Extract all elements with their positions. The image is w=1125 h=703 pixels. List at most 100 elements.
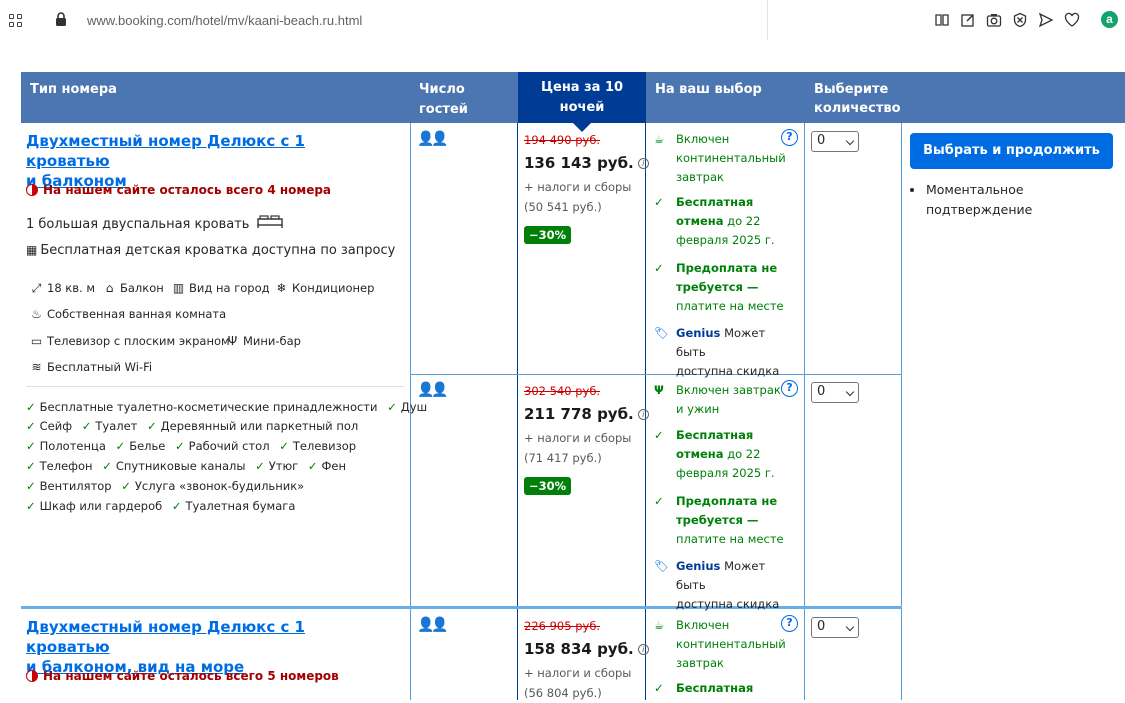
send-icon[interactable] <box>1038 12 1054 28</box>
amenity-row: ✓ Бесплатные туалетно-косметические прина… <box>26 400 428 414</box>
coffee-cup-icon: ☕ <box>654 132 665 146</box>
taxes-note: + налоги и сборы (50 541 руб.) <box>524 180 632 214</box>
help-icon[interactable]: ? <box>781 615 798 632</box>
amenity-row: ✓ Сейф ✓ Туалет ✓ Деревянный или паркетный … <box>26 419 359 433</box>
checkmark-icon: ✓ <box>654 681 664 695</box>
quantity-select[interactable]: 0 <box>811 617 859 638</box>
heart-icon[interactable] <box>1064 12 1080 28</box>
fork-knife-icon: Ψ <box>654 383 664 397</box>
checkmark-icon: ✓ <box>654 261 664 275</box>
facility-balcony: ⌂ Балкон <box>103 281 164 295</box>
header-price-line1: Цена за 10 <box>540 80 624 95</box>
help-icon[interactable]: ? <box>781 380 798 397</box>
facility-tv: ▭ Телевизор с плоским экраном <box>30 334 230 348</box>
original-price: 226 905 руб. <box>524 619 601 633</box>
amenity-row: ✓ Вентилятор ✓ Услуга «звонок-будильник» <box>26 479 305 493</box>
col-divider <box>901 123 902 700</box>
facility-wifi: ≋ Бесплатный Wi-Fi <box>31 360 153 374</box>
guests-icon[interactable]: 👤👤 <box>417 382 449 398</box>
guests-icon[interactable]: 👤👤 <box>417 131 449 147</box>
prepayment-option: ✓ Предоплата не требуется — платите на м… <box>654 494 784 546</box>
cancellation-option: ✓ Бесплатная <box>654 679 794 698</box>
camera-icon[interactable] <box>986 12 1002 28</box>
chevron-down-icon <box>845 136 855 146</box>
chevron-down-icon <box>845 622 855 632</box>
scarcity-notice: На нашем сайте осталось всего 4 номера <box>26 183 331 197</box>
meal-option: ☕ Включен континентальный завтрак <box>654 132 786 184</box>
header-guests: Число гостей <box>419 82 468 117</box>
city-view-icon: ▥ <box>172 281 185 295</box>
facility-bathroom: ♨ Собственная ванная комната <box>31 307 227 321</box>
header-quantity: Выберите количество <box>814 82 901 116</box>
crib-icon: ▦ <box>26 243 38 257</box>
amenity-row: ✓ Телефон ✓ Спутниковые каналы ✓ Утюг ✓ Фен <box>26 459 346 473</box>
meal-option: ☕ Включен континентальный завтрак <box>654 618 786 670</box>
facility-ac: ❄ Кондиционер <box>276 281 375 295</box>
prepayment-option: ✓ Предоплата не требуется — платите на м… <box>654 261 784 313</box>
scarcity-icon <box>26 184 38 196</box>
tag-icon: 🏷 <box>654 559 669 573</box>
address-bar[interactable]: www.booking.com/hotel/mv/kaani-beach.ru.… <box>87 13 362 28</box>
edit-icon[interactable] <box>960 12 976 28</box>
reserve-button[interactable]: Выбрать и продолжить <box>910 133 1113 169</box>
shield-icon[interactable] <box>1012 12 1028 28</box>
header-price-line2: ночей <box>559 100 605 115</box>
scarcity-notice: На нашем сайте осталось всего 5 номеров <box>26 669 339 683</box>
amenity-row: ✓ Шкаф или гардероб ✓ Туалетная бумага <box>26 499 296 513</box>
section-divider <box>26 386 404 387</box>
sort-indicator <box>573 123 591 132</box>
apps-grid-icon[interactable] <box>9 14 23 28</box>
checkmark-icon: ✓ <box>654 195 664 209</box>
chevron-down-icon <box>845 387 855 397</box>
info-icon[interactable]: i <box>637 158 649 169</box>
header-choice: На ваш выбор <box>655 82 762 97</box>
info-icon[interactable]: i <box>637 644 649 655</box>
toolbar-divider <box>767 0 768 40</box>
current-price: 136 143 руб. i <box>524 154 649 172</box>
discount-badge: −30% <box>524 226 572 244</box>
bed-icon <box>256 215 283 228</box>
header-price[interactable]: Цена за 10 ночей <box>518 72 646 123</box>
quantity-select[interactable]: 0 <box>811 382 859 403</box>
col-divider <box>804 123 805 700</box>
checkmark-icon: ✓ <box>654 428 664 442</box>
profile-avatar[interactable]: a <box>1101 11 1118 28</box>
cancellation-option: ✓ Бесплатная отмена до 22 февраля 2025 г… <box>654 195 775 247</box>
current-price: 211 778 руб. i <box>524 405 649 423</box>
facility-size: ⤢ 18 кв. м <box>31 281 95 295</box>
wifi-icon: ≋ <box>31 360 42 374</box>
bed-info: 1 большая двуспальная кровать <box>26 215 283 232</box>
browser-toolbar: www.booking.com/hotel/mv/kaani-beach.ru.… <box>0 0 1125 72</box>
room-title-link[interactable]: Двухместный номер Делюкс с 1 кроватью и б… <box>26 131 386 191</box>
guests-icon[interactable]: 👤👤 <box>417 617 449 633</box>
coffee-cup-icon: ☕ <box>654 618 665 632</box>
tag-icon: 🏷 <box>654 326 669 340</box>
facility-city-view: ▥ Вид на город <box>172 281 270 295</box>
current-price: 158 834 руб. i <box>524 640 649 658</box>
crib-info: ▦ Бесплатная детская кроватка доступна по… <box>26 243 396 258</box>
help-icon[interactable]: ? <box>781 129 798 146</box>
scarcity-icon <box>26 670 38 682</box>
cancellation-option: ✓ Бесплатная отмена до 22 февраля 2025 г… <box>654 428 775 480</box>
reader-icon[interactable] <box>934 12 950 28</box>
room-title-link[interactable]: Двухместный номер Делюкс с 1 кроватью и б… <box>26 617 386 677</box>
taxes-note: + налоги и сборы (56 804 руб.) <box>524 666 632 700</box>
col-divider <box>517 123 518 700</box>
balcony-icon: ⌂ <box>105 281 114 295</box>
tv-icon: ▭ <box>30 334 43 348</box>
snowflake-icon: ❄ <box>276 281 287 295</box>
size-icon: ⤢ <box>31 281 42 295</box>
taxes-note: + налоги и сборы (71 417 руб.) <box>524 431 632 465</box>
genius-option: 🏷 Genius Может быть доступна скидка <box>654 559 780 611</box>
meal-option: Ψ Включен завтрак и ужин <box>654 383 781 416</box>
original-price: 302 540 руб. <box>524 384 601 398</box>
genius-option: 🏷 Genius Может быть доступна скидка <box>654 326 780 378</box>
instant-confirmation-note: Моментальное подтверждение <box>910 180 1110 220</box>
amenity-row: ✓ Полотенца ✓ Белье ✓ Рабочий стол ✓ Телевиз… <box>26 439 357 453</box>
bathtub-icon: ♨ <box>31 307 42 321</box>
facility-minibar: Ψ Мини-бар <box>227 334 301 348</box>
header-room-type: Тип номера <box>30 82 117 97</box>
quantity-select[interactable]: 0 <box>811 131 859 152</box>
info-icon[interactable]: i <box>637 409 649 420</box>
checkmark-icon: ✓ <box>654 494 664 508</box>
